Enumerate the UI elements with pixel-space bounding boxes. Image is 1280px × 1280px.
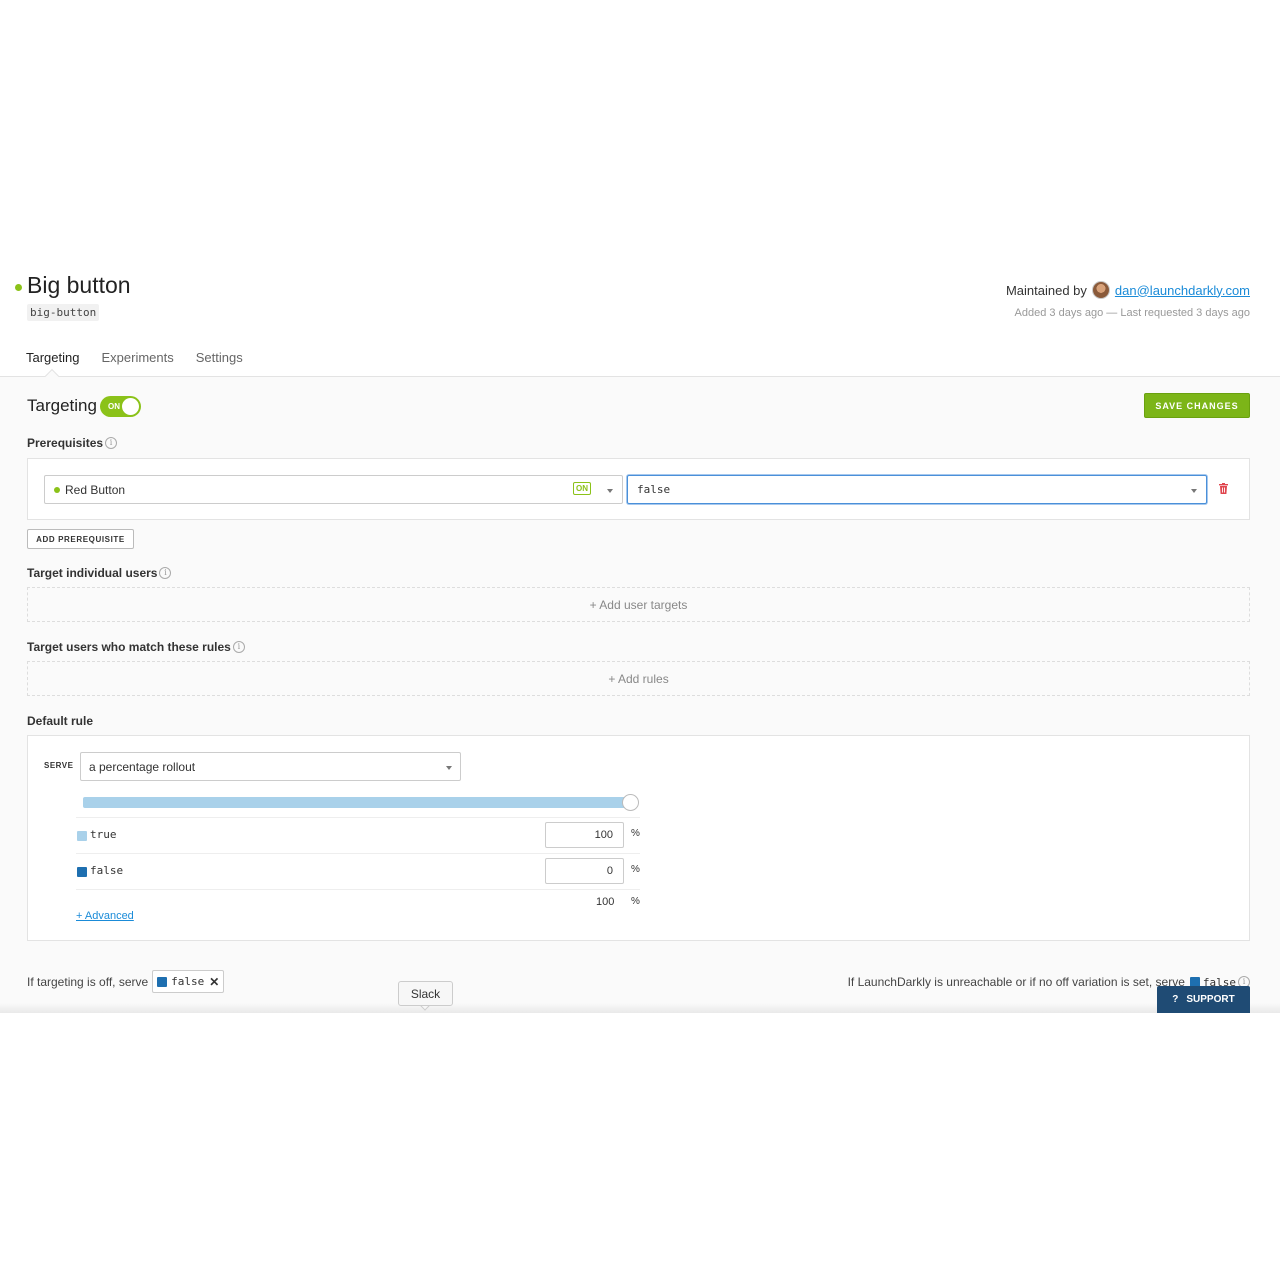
slack-tooltip: Slack [398,981,453,1006]
rollout-percent-input[interactable]: 100 [545,822,624,848]
support-label: SUPPORT [1186,994,1235,1005]
prerequisite-variation-select[interactable]: false [627,475,1207,504]
off-variation-value: false [171,975,205,988]
avatar [1091,281,1110,299]
serve-select[interactable]: a percentage rollout [80,752,461,781]
serve-value: a percentage rollout [89,760,196,774]
save-changes-button[interactable]: SAVE CHANGES [1144,393,1250,418]
chevron-down-icon [446,766,452,770]
info-icon[interactable]: i [105,437,118,449]
off-variation-chip[interactable]: false ✕ [152,970,225,993]
toggle-knob [122,398,139,415]
rollout-total-row: 100 % [76,889,640,913]
page-title: Big button [27,272,131,298]
default-rule-card: SERVE a percentage rollout true 100 % fa… [27,735,1250,941]
prerequisite-flag-name: Red Button [65,483,126,497]
flag-status-dot [15,284,22,291]
off-variation-label: If targeting is off, serve [27,974,149,989]
rollout-row: true 100 % [76,817,640,853]
targeting-toggle[interactable]: ON [100,396,141,417]
advanced-link[interactable]: + Advanced [76,910,134,922]
info-icon[interactable]: i [159,567,172,579]
chevron-down-icon [1191,489,1197,493]
add-user-targets-button[interactable]: + Add user targets [27,587,1250,622]
prerequisite-variation-value: false [637,483,671,496]
percent-sign: % [631,864,640,875]
scroll-shadow [0,1003,1280,1013]
variation-name: false [90,864,124,877]
tab-settings[interactable]: Settings [196,350,243,365]
variation-color-swatch [77,867,87,877]
individual-targets-heading: Target individual users i [27,566,172,580]
targeting-heading: Targeting [27,396,97,415]
rollout-slider-handle[interactable] [622,794,639,811]
variation-color-swatch [77,831,87,841]
tab-divider [0,376,1280,377]
tab-bar: Targeting Experiments Settings [26,350,243,365]
support-button[interactable]: ? SUPPORT [1157,986,1250,1013]
flag-meta: Added 3 days ago — Last requested 3 days… [1014,307,1250,319]
serve-label: SERVE [44,761,74,770]
maintained-by-label: Maintained by [1005,282,1087,298]
rollout-percent-input[interactable]: 0 [545,858,624,884]
close-icon[interactable]: ✕ [209,975,219,989]
tab-experiments[interactable]: Experiments [101,350,173,365]
help-icon: ? [1172,994,1179,1005]
prerequisites-label: Prerequisites [27,436,104,450]
flag-status-dot [54,487,60,493]
prerequisite-flag-select[interactable]: Red Button ON [44,475,623,504]
off-variation-line: If targeting is off, serve false ✕ [27,970,225,993]
info-icon[interactable]: i [232,641,245,653]
maintainer-email-link[interactable]: dan@launchdarkly.com [1115,283,1250,298]
add-rules-button[interactable]: + Add rules [27,661,1250,696]
trash-icon[interactable] [1219,483,1228,494]
percent-sign: % [631,828,640,839]
prerequisites-heading: Prerequisites i [27,436,118,450]
rules-heading: Target users who match these rules i [27,640,245,654]
flag-key: big-button [27,304,100,321]
toggle-label: ON [108,402,120,411]
prerequisites-card: Red Button ON false [27,458,1250,520]
add-prerequisite-button[interactable]: ADD PREREQUISITE [27,529,134,549]
tab-targeting[interactable]: Targeting [26,350,79,365]
rollout-slider-track [83,797,631,808]
fallback-label: If LaunchDarkly is unreachable or if no … [847,975,1185,989]
rules-label: Target users who match these rules [27,640,231,654]
individual-targets-label: Target individual users [27,566,158,580]
default-rule-heading: Default rule [27,714,94,728]
flag-on-badge: ON [573,482,591,495]
chevron-down-icon [607,489,613,493]
variation-name: true [90,828,117,841]
percent-sign: % [631,896,640,907]
rollout-row: false 0 % [76,853,640,889]
variation-color-swatch [157,976,168,987]
rollout-total: 100 [596,896,615,908]
maintainer-info: Maintained by dan@launchdarkly.com [1006,281,1250,299]
